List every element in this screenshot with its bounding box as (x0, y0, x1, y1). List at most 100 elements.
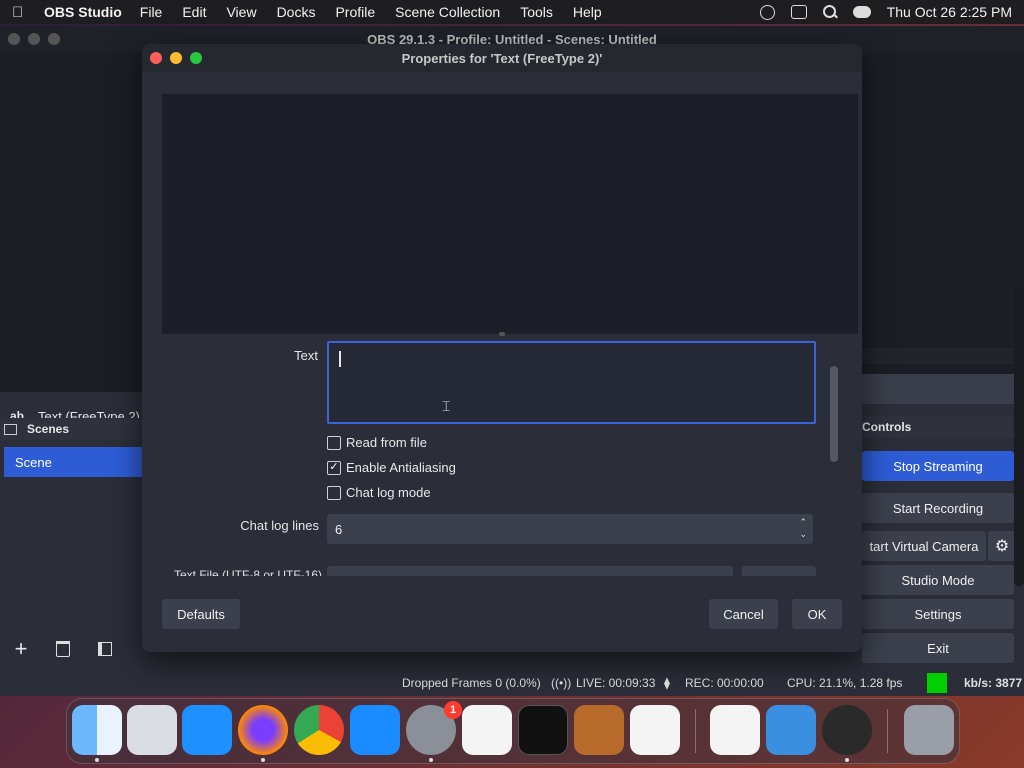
add-scene-button[interactable]: + (10, 636, 32, 661)
scene-item-label: Scene (15, 454, 52, 470)
finder-icon[interactable] (72, 705, 122, 755)
text-file-row: Text File (UTF-8 or UTF-16) (142, 564, 862, 576)
scenes-header-label: Scenes (27, 422, 70, 436)
text-file-field[interactable] (327, 566, 733, 576)
kbs-status: kb/s: 3877 (964, 676, 1023, 690)
rec-time-status: REC: 00:00:00 (685, 676, 764, 690)
minimize-button[interactable] (28, 33, 40, 45)
trash-icon (56, 641, 70, 657)
scene-filters-button[interactable] (94, 638, 116, 660)
checkbox-label: Chat log mode (346, 485, 431, 500)
macos-dock: 1 (66, 698, 960, 764)
menu-help[interactable]: Help (573, 4, 602, 20)
spin-arrows-icon[interactable]: ⌃ ⌄ (799, 516, 807, 540)
browse-button[interactable] (742, 566, 816, 576)
safari-icon[interactable] (182, 705, 232, 755)
text-label: Text (294, 348, 318, 363)
dialog-title: Properties for 'Text (FreeType 2)' (401, 50, 603, 66)
splitter-handle[interactable] (499, 332, 505, 336)
transitions-select[interactable] (862, 374, 1014, 404)
running-indicator (845, 758, 849, 762)
start-recording-button[interactable]: Start Recording (862, 493, 1014, 523)
settings-button[interactable]: Settings (862, 599, 1014, 629)
status-bar: Dropped Frames 0 (0.0%) ((•)) LIVE: 00:0… (0, 671, 1024, 696)
menu-bar:  OBS Studio File Edit View Docks Profil… (0, 0, 1024, 24)
weather-icon[interactable] (766, 705, 816, 755)
menu-view[interactable]: View (226, 4, 256, 20)
dock-float-icon[interactable] (4, 423, 17, 435)
source-preview (162, 94, 858, 334)
stop-streaming-button[interactable]: Stop Streaming (862, 451, 1014, 481)
chat-log-lines-spinbox[interactable]: 6 ⌃ ⌄ (327, 514, 813, 544)
ibeam-cursor-icon: ⌶ (442, 399, 451, 415)
defaults-button[interactable]: Defaults (162, 599, 240, 629)
panel-icon (98, 642, 112, 656)
menu-docks[interactable]: Docks (277, 4, 316, 20)
properties-scrollbar[interactable] (830, 366, 838, 462)
dock-separator (695, 709, 696, 753)
dialog-titlebar: Properties for 'Text (FreeType 2)' (142, 44, 862, 72)
obs-window-controls (8, 33, 60, 45)
obs-icon[interactable] (822, 705, 872, 755)
read-from-file-checkbox[interactable]: Read from file (327, 435, 427, 450)
running-indicator (95, 758, 99, 762)
spotlight-search-icon[interactable] (822, 5, 837, 19)
trash-icon[interactable] (904, 705, 954, 755)
scene-list-item[interactable]: Scene (4, 447, 145, 477)
vscode-icon[interactable] (630, 705, 680, 755)
remove-scene-button[interactable] (52, 638, 74, 660)
visual-studio-icon[interactable] (710, 705, 760, 755)
obs-status-icon[interactable] (759, 4, 775, 20)
studio-mode-button[interactable]: Studio Mode (862, 565, 1014, 595)
dialog-close-button[interactable] (150, 52, 162, 64)
gear-icon: ⚙ (994, 538, 1010, 555)
menu-clock[interactable]: Thu Oct 26 2:25 PM (887, 4, 1012, 20)
menu-tools[interactable]: Tools (520, 4, 553, 20)
start-virtual-camera-button[interactable]: tart Virtual Camera (862, 531, 986, 561)
dialog-zoom-button[interactable] (190, 52, 202, 64)
checkbox-label: Read from file (346, 435, 427, 450)
menu-file[interactable]: File (140, 4, 163, 20)
menu-edit[interactable]: Edit (182, 4, 206, 20)
textedit-icon[interactable] (462, 705, 512, 755)
system-settings-icon[interactable]: 1 (406, 701, 462, 755)
dropped-frames-status: Dropped Frames 0 (0.0%) (402, 676, 541, 690)
terminal-icon[interactable] (518, 705, 568, 755)
cancel-button[interactable]: Cancel (709, 599, 778, 629)
stream-health-indicator (927, 673, 947, 693)
zoom-button[interactable] (48, 33, 60, 45)
dialog-minimize-button[interactable] (170, 52, 182, 64)
app-store-icon[interactable] (350, 705, 400, 755)
menu-profile[interactable]: Profile (335, 4, 375, 20)
text-file-label: Text File (UTF-8 or UTF-16) (174, 568, 323, 576)
exit-button[interactable]: Exit (862, 633, 1014, 663)
virtual-camera-settings-button[interactable]: ⚙ (988, 531, 1016, 561)
chrome-icon[interactable] (294, 705, 344, 755)
running-indicator (261, 758, 265, 762)
menu-app-name[interactable]: OBS Studio (44, 4, 122, 20)
checkbox-box (327, 435, 341, 450)
chat-log-lines-label: Chat log lines (240, 518, 319, 533)
checkbox-box (327, 485, 341, 500)
enable-antialiasing-checkbox[interactable]: ✓ Enable Antialiasing (327, 460, 456, 475)
garageband-icon[interactable] (574, 705, 624, 755)
close-button[interactable] (8, 33, 20, 45)
dock-scrollbar[interactable] (1014, 286, 1024, 586)
menu-scene-collection[interactable]: Scene Collection (395, 4, 500, 20)
cpu-status: CPU: 21.1%, 1.28 fps (787, 676, 903, 690)
text-caret (339, 351, 341, 367)
control-center-icon[interactable] (852, 6, 871, 18)
dock-separator (887, 709, 888, 753)
firefox-icon[interactable] (238, 705, 288, 755)
ok-button[interactable]: OK (792, 599, 842, 629)
chat-log-mode-checkbox[interactable]: Chat log mode (327, 485, 431, 500)
dialog-window-controls (150, 52, 202, 64)
text-input[interactable]: ⌶ (327, 341, 816, 424)
transitions-strip (862, 348, 1014, 364)
live-time-status: LIVE: 00:09:33 (576, 676, 656, 690)
apple-menu-icon[interactable]:  (12, 4, 30, 21)
right-dock: Controls Stop Streaming Start Recording … (862, 26, 1024, 696)
launchpad-icon[interactable] (127, 705, 177, 755)
controls-dock-header: Controls (862, 416, 1014, 438)
window-switcher-icon[interactable] (790, 5, 807, 19)
